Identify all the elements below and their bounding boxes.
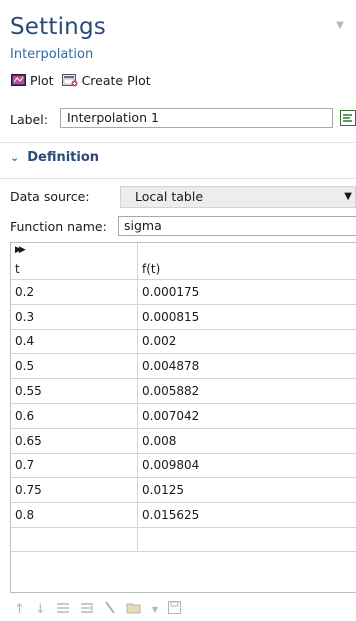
- plot-button[interactable]: Plot: [10, 73, 54, 88]
- cell-t[interactable]: 0.8: [11, 502, 138, 528]
- cell-t[interactable]: 0.4: [11, 329, 138, 355]
- table-row[interactable]: 0.2 0.000175: [11, 279, 356, 305]
- section-title: Definition: [27, 150, 100, 165]
- table-row[interactable]: 0.5 0.004878: [11, 353, 356, 380]
- table-row[interactable]: 0.7 0.009804: [11, 453, 356, 479]
- cell-t[interactable]: 0.2: [11, 279, 138, 305]
- cell-t[interactable]: 0.65: [11, 428, 138, 454]
- toolbar: Plot Create Plot: [10, 70, 151, 90]
- cell-t[interactable]: 0.55: [11, 378, 138, 404]
- column-header-t[interactable]: ▶▶ t: [11, 243, 138, 280]
- move-down-icon[interactable]: ↓: [35, 602, 46, 617]
- column-header-ft[interactable]: f(t): [137, 243, 356, 280]
- load-from-file-icon[interactable]: [126, 602, 142, 618]
- table-header-row: ▶▶ t f(t): [11, 243, 356, 280]
- clear-table-icon[interactable]: [104, 601, 116, 618]
- cell-ft[interactable]: 0.004878: [137, 353, 356, 380]
- create-plot-icon: [61, 73, 78, 87]
- section-divider: [0, 142, 356, 143]
- node-type-subtitle: Interpolation: [10, 47, 94, 62]
- dropdown-arrow-icon: ▼: [344, 191, 352, 202]
- create-plot-label: Create Plot: [81, 72, 151, 88]
- plot-label: Plot: [30, 72, 54, 88]
- move-up-icon[interactable]: ↑: [14, 602, 25, 617]
- function-name-label: Function name:: [10, 219, 107, 234]
- function-name-input[interactable]: sigma: [118, 216, 356, 236]
- interpolation-table: ▶▶ t f(t) 0.2 0.000175 0.3 0.000815 0.4 0.002…: [10, 242, 356, 593]
- cell-ft[interactable]: 0.008: [137, 428, 356, 454]
- chevron-down-icon: ⌄: [10, 151, 20, 164]
- empty-cell[interactable]: [137, 527, 356, 552]
- cell-ft[interactable]: 0.005882: [137, 378, 356, 404]
- plot-icon: [10, 74, 26, 87]
- title-row: Settings ▼: [10, 14, 348, 42]
- cell-ft[interactable]: 0.015625: [137, 502, 356, 528]
- sort-arrows-icon: ▶▶: [15, 245, 26, 255]
- page-title: Settings: [10, 14, 106, 40]
- create-plot-button[interactable]: Create Plot: [61, 72, 151, 88]
- cell-ft[interactable]: 0.000175: [137, 279, 356, 305]
- table-row-empty[interactable]: [11, 527, 356, 552]
- label-row: Label: Interpolation 1: [10, 108, 356, 130]
- data-source-label: Data source:: [10, 189, 90, 204]
- cell-t[interactable]: 0.5: [11, 353, 138, 380]
- empty-cell[interactable]: [11, 527, 138, 552]
- cell-ft[interactable]: 0.009804: [137, 453, 356, 479]
- definition-section-header[interactable]: ⌄ Definition: [10, 150, 99, 165]
- table-row[interactable]: 0.3 0.000815: [11, 304, 356, 330]
- delete-row-icon[interactable]: [80, 602, 94, 618]
- cell-t[interactable]: 0.75: [11, 477, 138, 504]
- label-input[interactable]: Interpolation 1: [60, 108, 333, 128]
- table-row[interactable]: 0.65 0.008: [11, 428, 356, 454]
- data-source-value: Local table: [135, 189, 204, 204]
- table-row[interactable]: 0.75 0.0125: [11, 477, 356, 504]
- label-field-label: Label:: [10, 112, 48, 127]
- cell-t[interactable]: 0.7: [11, 453, 138, 479]
- dropdown-arrow-icon[interactable]: ▼: [152, 605, 158, 614]
- table-row[interactable]: 0.4 0.002: [11, 329, 356, 355]
- cell-ft[interactable]: 0.002: [137, 329, 356, 355]
- section-divider: [0, 178, 356, 179]
- cell-t[interactable]: 0.3: [11, 304, 138, 330]
- insert-row-icon[interactable]: [56, 602, 70, 618]
- label-edit-icon[interactable]: [340, 108, 356, 128]
- cell-ft[interactable]: 0.007042: [137, 403, 356, 429]
- table-toolbar: ↑ ↓ ▼: [14, 601, 181, 618]
- collapse-chevron-icon[interactable]: ▼: [336, 20, 344, 31]
- data-source-select[interactable]: Local table ▼: [120, 186, 356, 208]
- save-icon[interactable]: [167, 601, 181, 618]
- table-row[interactable]: 0.6 0.007042: [11, 403, 356, 429]
- table-row[interactable]: 0.55 0.005882: [11, 378, 356, 404]
- cell-ft[interactable]: 0.000815: [137, 304, 356, 330]
- cell-ft[interactable]: 0.0125: [137, 477, 356, 504]
- cell-t[interactable]: 0.6: [11, 403, 138, 429]
- table-row[interactable]: 0.8 0.015625: [11, 502, 356, 528]
